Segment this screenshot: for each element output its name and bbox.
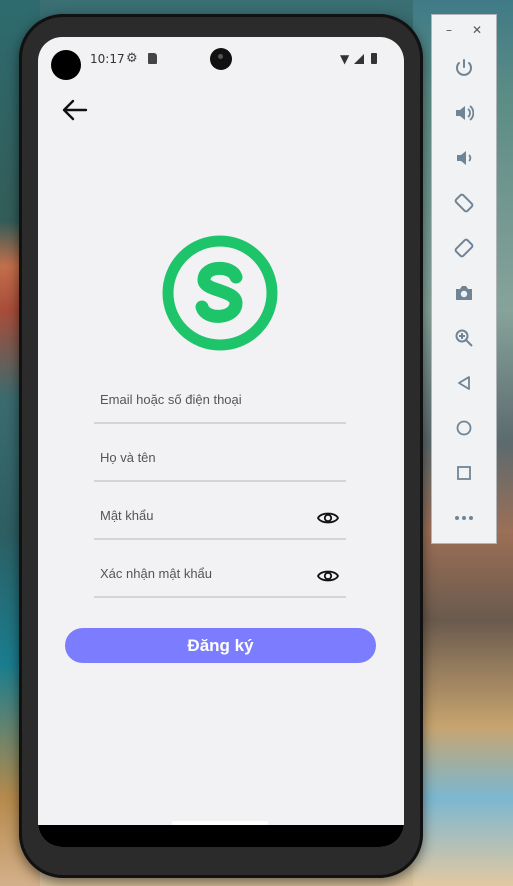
more-button[interactable] xyxy=(448,502,480,534)
volume-up-button[interactable] xyxy=(448,97,480,129)
settings-notification-icon: ⚙ xyxy=(126,51,138,66)
home-gesture-bar[interactable] xyxy=(172,821,268,825)
wifi-icon: ▼ xyxy=(340,52,350,66)
status-bar: 10:17 ⚙ ▼ xyxy=(38,37,404,83)
nav-back-button[interactable] xyxy=(448,367,480,399)
zoom-icon xyxy=(455,329,473,347)
overview-icon xyxy=(457,466,471,480)
power-icon xyxy=(456,59,472,76)
status-avatar xyxy=(51,50,81,80)
signal-icon xyxy=(354,54,364,64)
rotate-right-icon xyxy=(454,238,474,258)
battery-icon xyxy=(371,53,377,64)
volume-down-icon xyxy=(457,151,472,165)
back-arrow-icon[interactable] xyxy=(58,93,92,127)
navigation-bar xyxy=(38,821,404,847)
signup-button[interactable]: Đăng ký xyxy=(65,628,376,663)
emulator-toolbar: – ✕ xyxy=(431,14,497,544)
nav-home-button[interactable] xyxy=(448,412,480,444)
password-input[interactable] xyxy=(100,508,310,523)
show-password-eye-icon[interactable] xyxy=(316,506,340,530)
rotate-right-button[interactable] xyxy=(448,232,480,264)
minimize-icon[interactable]: – xyxy=(446,23,452,37)
close-icon[interactable]: ✕ xyxy=(472,23,482,37)
sd-card-icon xyxy=(148,53,157,64)
power-button[interactable] xyxy=(448,52,480,84)
phone-screen: 10:17 ⚙ ▼ Đăng ký xyxy=(38,37,404,847)
full-name-input[interactable] xyxy=(100,450,310,465)
email-phone-input[interactable] xyxy=(100,392,310,407)
zoom-button[interactable] xyxy=(448,322,480,354)
rotate-left-button[interactable] xyxy=(448,187,480,219)
status-time: 10:17 xyxy=(90,52,125,66)
front-camera xyxy=(210,48,232,70)
show-confirm-password-eye-icon[interactable] xyxy=(316,564,340,588)
volume-up-icon xyxy=(456,105,474,121)
back-icon xyxy=(458,376,470,390)
camera-icon xyxy=(456,286,472,300)
more-icon xyxy=(455,516,473,520)
home-icon xyxy=(456,420,472,436)
app-logo xyxy=(162,235,278,351)
rotate-left-icon xyxy=(454,193,474,213)
email-phone-field[interactable] xyxy=(94,384,346,424)
screenshot-button[interactable] xyxy=(448,277,480,309)
confirm-password-field[interactable] xyxy=(94,558,346,598)
password-field[interactable] xyxy=(94,500,346,540)
full-name-field[interactable] xyxy=(94,442,346,482)
volume-down-button[interactable] xyxy=(448,142,480,174)
toolbar-window-controls: – ✕ xyxy=(432,23,496,39)
nav-overview-button[interactable] xyxy=(448,457,480,489)
confirm-password-input[interactable] xyxy=(100,566,310,581)
